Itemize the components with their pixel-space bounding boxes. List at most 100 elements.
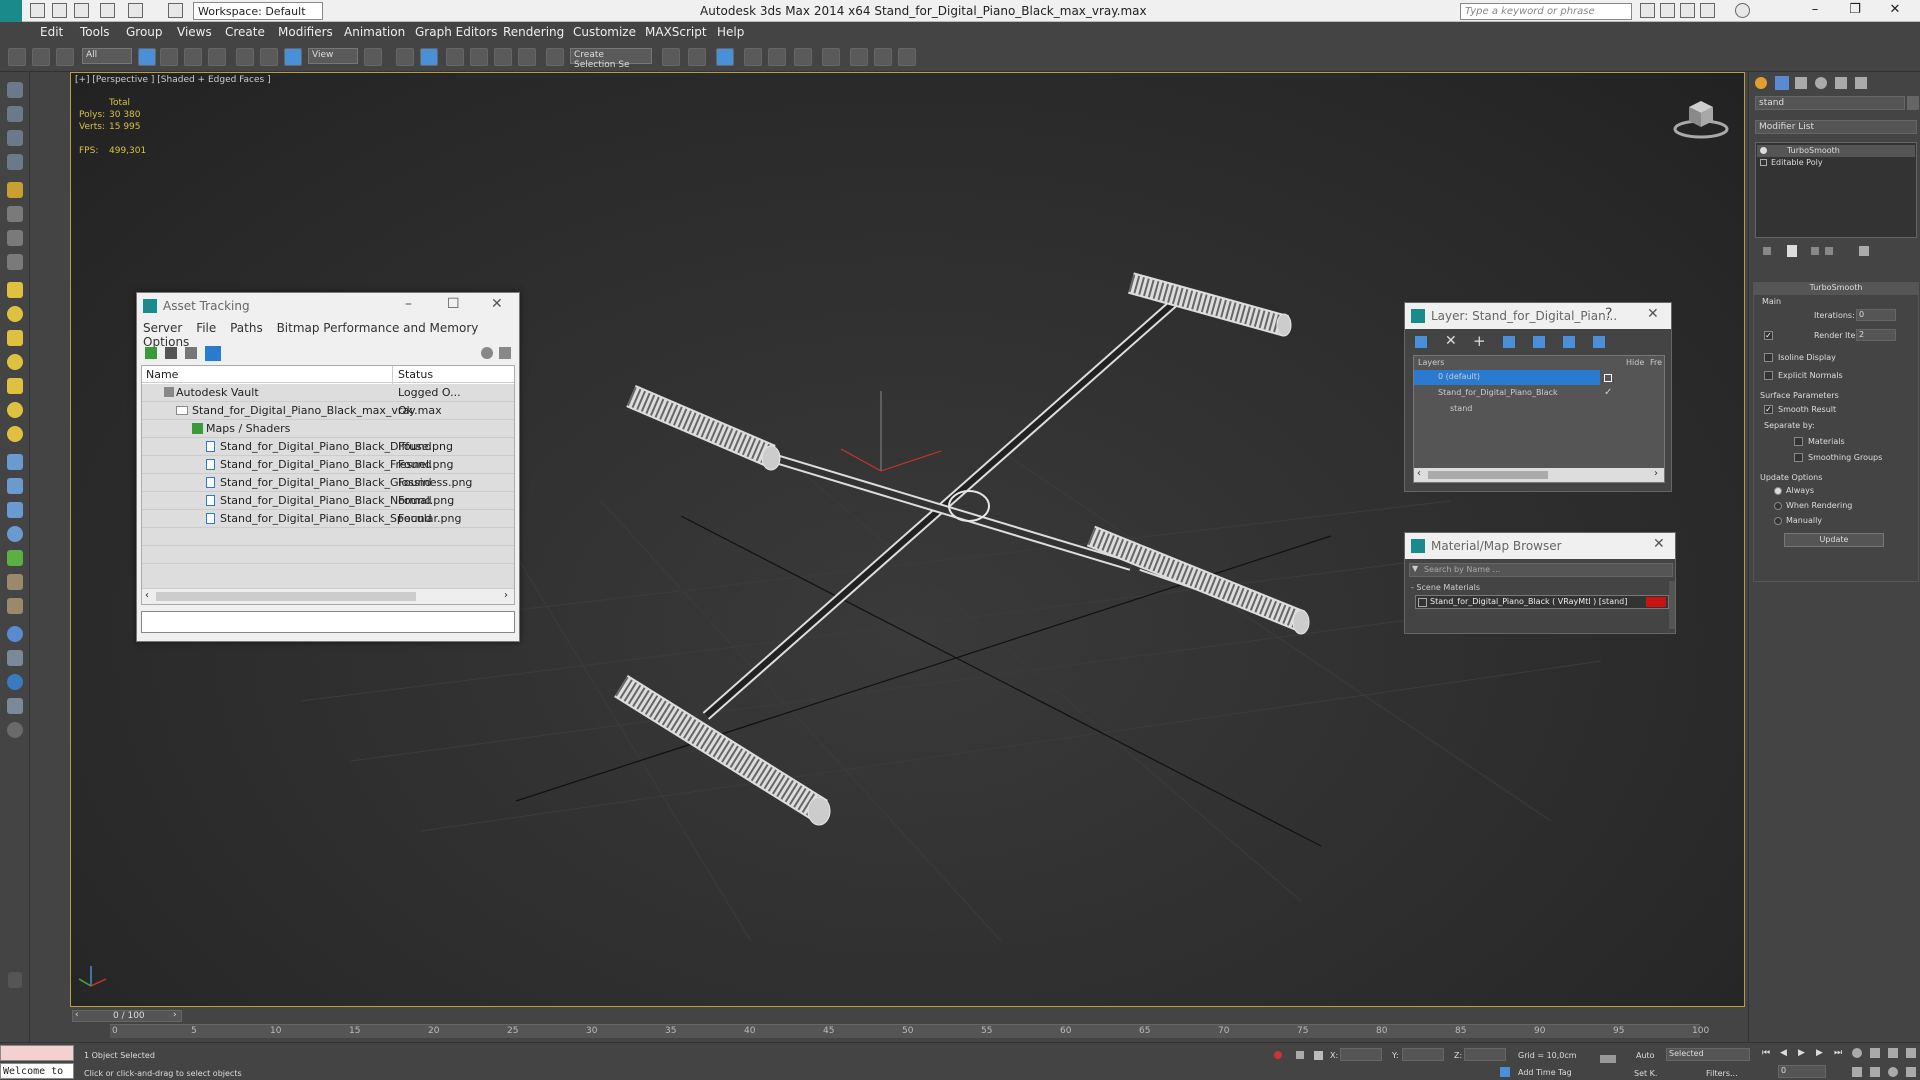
isolate-icon[interactable] [1274,1051,1282,1059]
prev-key-icon[interactable]: ◀ [1780,1048,1787,1058]
mirror-icon[interactable] [662,48,680,66]
render-iters-checkbox[interactable]: ✓ [1764,331,1773,340]
schematic-view-icon[interactable] [794,48,812,66]
redo-icon[interactable] [128,3,143,18]
zoom-all-icon[interactable] [1870,1048,1880,1058]
keyboard-shortcut-icon[interactable] [420,48,438,66]
window-crossing-icon[interactable] [208,48,226,66]
help-icon[interactable] [481,347,493,359]
script-icon[interactable] [7,698,23,714]
asset-menu-file[interactable]: File [196,321,216,335]
globe-icon[interactable] [7,526,23,542]
freeze-all-icon[interactable] [1593,336,1605,348]
light-icon[interactable] [7,182,23,198]
asset-minimize-button[interactable]: – [405,296,412,312]
zoom-icon[interactable] [1852,1048,1862,1058]
edit-named-selection-icon[interactable] [546,48,564,66]
menu-customize[interactable]: Customize [573,25,636,39]
material-browser-close-button[interactable]: ✕ [1653,536,1665,552]
smoothing-groups-checkbox[interactable] [1794,453,1803,462]
leaf-icon[interactable] [7,550,23,566]
table-row[interactable]: Stand_for_Digital_Piano_Black_max_vray.m… [142,402,514,420]
layer-close-button[interactable]: ✕ [1647,306,1659,322]
modify-tab-icon[interactable] [1775,76,1789,90]
asset-close-button[interactable]: ✕ [491,296,503,312]
selection-filter-dropdown[interactable]: All [82,48,132,64]
asset-tracking-titlebar[interactable]: Asset Tracking – ☐ ✕ [137,293,519,319]
render-iters-spinner[interactable]: 2 [1856,329,1896,341]
pin-stack-icon[interactable] [1763,247,1771,255]
table-row[interactable]: Stand_for_Digital_Piano_Black_Glossiness… [142,474,514,492]
display-tab-icon[interactable] [1835,77,1847,89]
select-in-layer-icon[interactable] [1503,336,1515,348]
refresh-icon[interactable] [145,347,157,359]
always-radio[interactable] [1774,487,1782,495]
move-icon[interactable] [236,48,254,66]
hierarchy-icon[interactable] [7,154,23,170]
materials-checkbox[interactable] [1794,437,1803,446]
list-item[interactable]: Stand_for_Digital_Piano_Black ( VRayMtl … [1415,595,1669,609]
sun-icon[interactable] [7,402,23,418]
asset-menu-server[interactable]: Server [143,321,182,335]
current-frame-field[interactable]: 0 [1778,1065,1826,1078]
scene-materials-section[interactable]: - Scene Materials [1411,583,1480,592]
menu-graph-editors[interactable]: Graph Editors [415,25,497,39]
pan-icon[interactable] [1870,1067,1880,1077]
utility-sphere-icon[interactable] [7,626,23,642]
next-key-icon[interactable]: ▶ [1816,1048,1823,1058]
zoom-extents-icon[interactable] [1888,1048,1898,1058]
x-coordinate-field[interactable] [1340,1048,1382,1061]
spacewarp-icon[interactable] [7,254,23,270]
cone-icon[interactable] [7,378,23,394]
open-icon[interactable] [52,3,67,18]
when-rendering-radio[interactable] [1774,502,1782,510]
cylinder-icon[interactable] [7,330,23,346]
spline-icon[interactable] [7,454,23,470]
maxscript-listener[interactable]: Welcome to [0,1063,74,1079]
scene-explorer-icon[interactable] [7,106,23,122]
list-icon[interactable] [185,347,197,359]
iterations-spinner[interactable]: 0 [1856,309,1896,321]
motion-tab-icon[interactable] [1815,77,1827,89]
pivot-center-icon[interactable] [364,48,382,66]
workspace-dropdown[interactable]: Workspace: Default [193,2,323,20]
bind-spacewarp-icon[interactable] [56,48,74,66]
menu-group[interactable]: Group [126,25,163,39]
select-by-name-icon[interactable] [160,48,178,66]
named-selection-dropdown[interactable]: Create Selection Se [570,48,652,70]
menu-tools[interactable]: Tools [80,25,110,39]
minimize-button[interactable]: – [1800,2,1830,20]
material-scrollbar[interactable] [1669,581,1675,629]
stack-item-editable-poly[interactable]: Editable Poly [1757,157,1915,169]
percent-snap-icon[interactable] [494,48,512,66]
align-icon[interactable] [688,48,706,66]
list-item[interactable]: Stand_for_Digital_Piano_Black ✓ [1414,386,1666,401]
y-coordinate-field[interactable] [1402,1048,1444,1061]
undo-icon[interactable] [100,3,115,18]
time-slider[interactable]: ‹ 0 / 100 › [72,1010,182,1022]
particle-icon[interactable] [7,502,23,518]
exchange-icon[interactable] [1680,3,1695,18]
key-mode-icon[interactable] [1600,1055,1616,1063]
display-icon[interactable] [7,130,23,146]
hierarchy-tab-icon[interactable] [1795,77,1807,89]
object-name-field[interactable]: stand [1755,96,1905,110]
layer-titlebar[interactable]: Layer: Stand_for_Digital_Pian... ? ✕ [1405,303,1671,329]
app-logo-icon[interactable] [0,0,22,22]
curve-editor-icon[interactable] [768,48,786,66]
fur-icon[interactable] [7,598,23,614]
new-icon[interactable] [30,3,45,18]
modifier-list-dropdown[interactable]: Modifier List [1755,120,1917,134]
close-button[interactable]: ✕ [1880,2,1910,20]
update-button[interactable]: Update [1784,533,1884,547]
environment-icon[interactable] [7,674,23,690]
asset-menu-paths[interactable]: Paths [230,321,263,335]
menu-maxscript[interactable]: MAXScript [645,25,707,39]
table-row[interactable]: Stand_for_Digital_Piano_Black_Fresnel.pn… [142,456,514,474]
menu-help[interactable]: Help [717,25,744,39]
rectangular-selection-icon[interactable] [184,48,202,66]
asset-col-name[interactable]: Name [146,368,178,381]
go-to-start-icon[interactable]: ⏮ [1762,1048,1770,1058]
expand-plus-icon[interactable] [1760,159,1767,166]
key-filters-button[interactable]: Filters... [1706,1069,1738,1078]
